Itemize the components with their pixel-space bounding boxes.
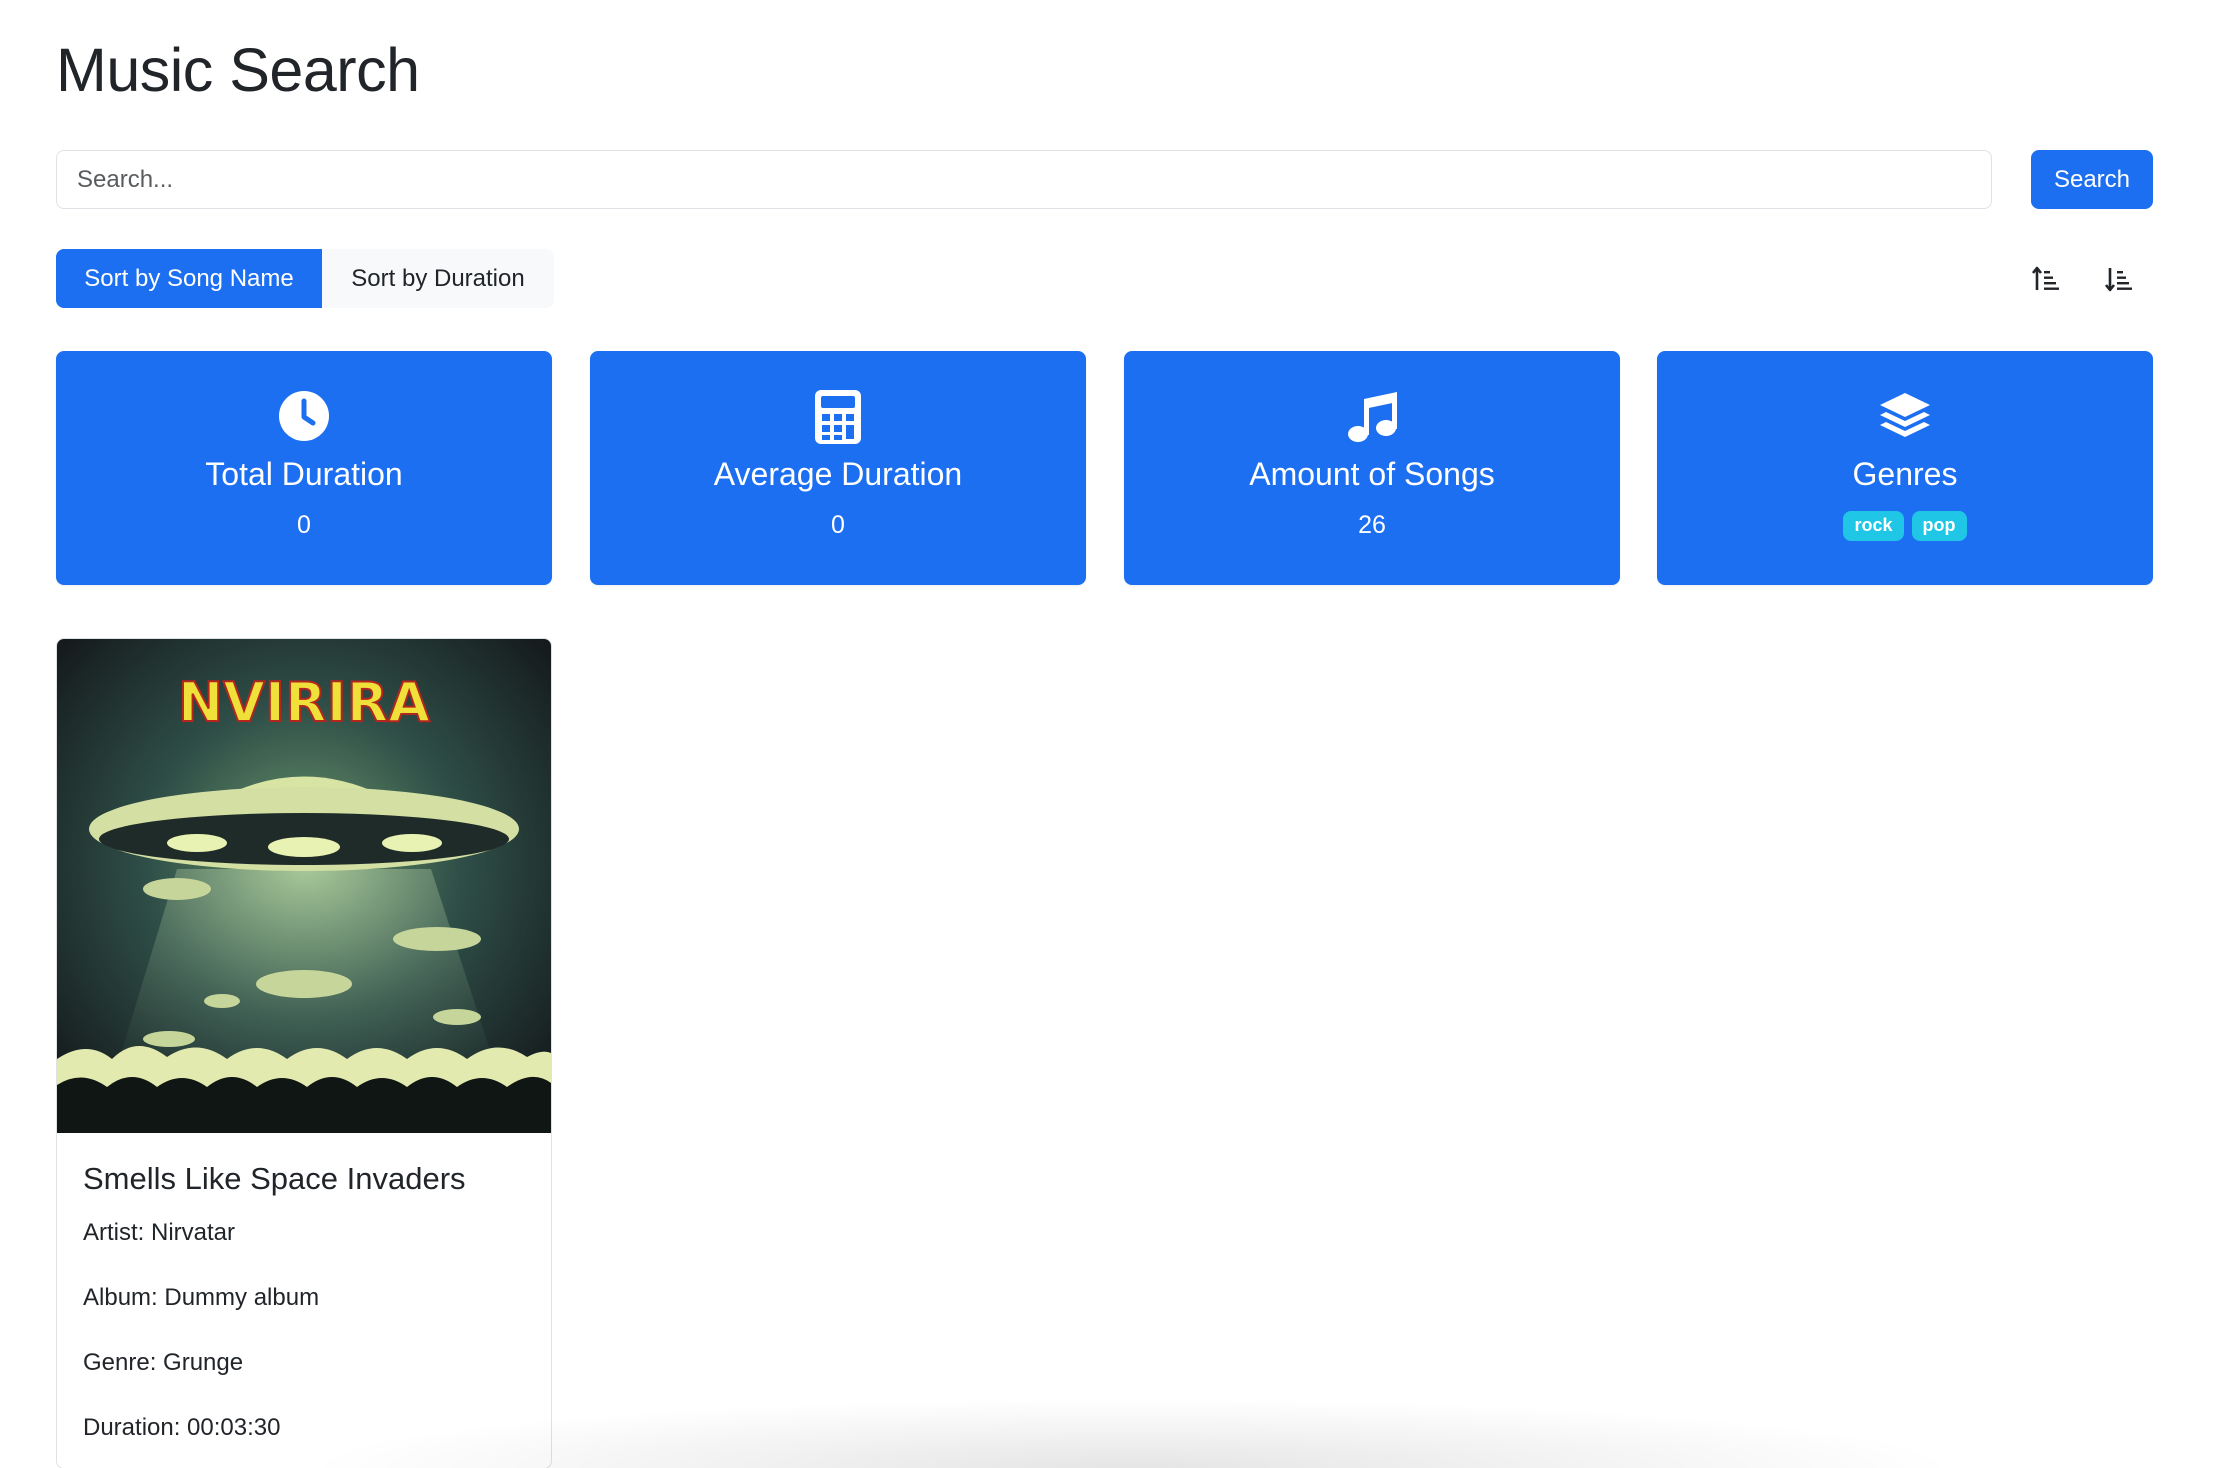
song-card[interactable]: NVIRIRA Smells Like Space Invaders Artis…	[56, 638, 552, 1468]
genres-label: Genres	[1852, 456, 1958, 492]
amount-of-songs-label: Amount of Songs	[1249, 456, 1495, 492]
album-cover-image: NVIRIRA	[57, 639, 551, 1133]
sort-button-group: Sort by Song Name Sort by Duration	[56, 249, 554, 308]
layers-icon	[1657, 389, 2153, 445]
sort-descending-icon[interactable]	[2096, 256, 2142, 302]
stats-row: Total Duration 0 Average Duration 0 Amou…	[56, 351, 2153, 585]
song-title: Smells Like Space Invaders	[83, 1161, 466, 1196]
search-button[interactable]: Search	[2031, 150, 2153, 209]
total-duration-card: Total Duration 0	[56, 351, 552, 585]
song-album: Album: Dummy album	[83, 1284, 320, 1311]
sort-by-song-name-button[interactable]: Sort by Song Name	[56, 249, 322, 308]
music-note-icon	[1124, 389, 1620, 445]
average-duration-card: Average Duration 0	[590, 351, 1086, 585]
amount-of-songs-value: 26	[1358, 511, 1386, 539]
genre-badges: rock pop	[1657, 511, 2153, 541]
genre-badge-rock[interactable]: rock	[1843, 511, 1904, 541]
song-genre: Genre: Grunge	[83, 1349, 244, 1376]
sort-ascending-icon[interactable]	[2023, 256, 2069, 302]
genre-badge-pop[interactable]: pop	[1911, 511, 1967, 541]
genres-card: Genres rock pop	[1657, 351, 2153, 585]
page-title: Music Search	[56, 36, 420, 104]
song-duration: Duration: 00:03:30	[83, 1414, 281, 1441]
average-duration-value: 0	[831, 511, 845, 539]
album-cover-text: NVIRIRA	[178, 671, 430, 734]
total-duration-value: 0	[297, 511, 311, 539]
total-duration-label: Total Duration	[205, 456, 403, 492]
sort-by-duration-button[interactable]: Sort by Duration	[322, 249, 554, 308]
calculator-icon	[590, 389, 1086, 445]
search-input[interactable]	[56, 150, 1992, 209]
average-duration-label: Average Duration	[713, 456, 963, 492]
song-artist: Artist: Nirvatar	[83, 1219, 236, 1246]
clock-icon	[56, 389, 552, 445]
amount-of-songs-card: Amount of Songs 26	[1124, 351, 1620, 585]
